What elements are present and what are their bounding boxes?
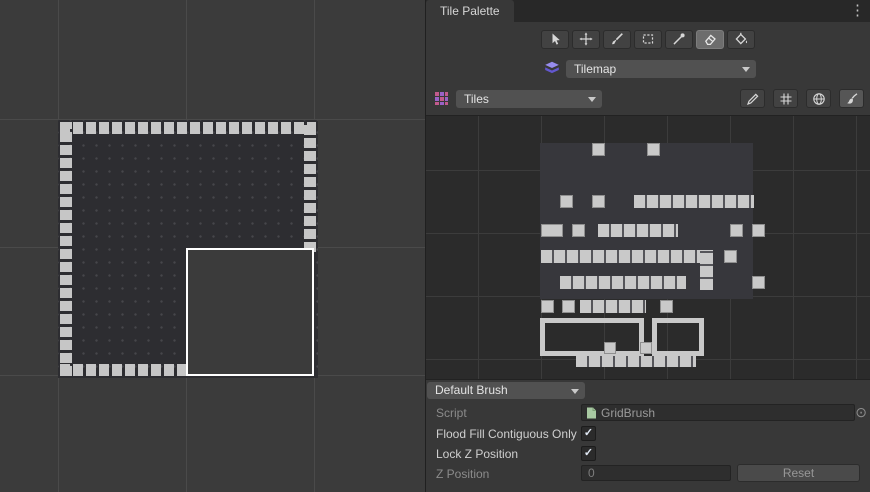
globe-gizmo-icon	[812, 92, 826, 106]
palette-tile[interactable]	[592, 195, 605, 208]
box-fill-tool-button[interactable]	[634, 30, 662, 49]
palette-tile[interactable]	[541, 300, 554, 313]
box-fill-icon	[641, 32, 655, 46]
select-tool-button[interactable]	[541, 30, 569, 49]
palette-tile[interactable]	[598, 224, 678, 237]
eyedropper-icon	[672, 32, 686, 46]
lock-z-checkbox[interactable]: ✓	[581, 446, 596, 461]
z-position-field[interactable]: 0	[581, 465, 731, 481]
active-tilemap-dropdown[interactable]: Tilemap	[566, 60, 756, 78]
palette-tile[interactable]	[730, 224, 743, 237]
palette-tile[interactable]	[562, 300, 575, 313]
palette-tile[interactable]	[752, 224, 765, 237]
eraser-selection-rect	[186, 248, 314, 376]
palette-tile[interactable]	[640, 342, 652, 354]
grid-icon	[779, 92, 793, 106]
grid-toggle-button[interactable]	[773, 89, 798, 108]
palette-tile[interactable]	[647, 143, 660, 156]
palette-tile[interactable]	[572, 224, 585, 237]
flood-fill-label: Flood Fill Contiguous Only	[436, 427, 577, 441]
picker-tool-button[interactable]	[665, 30, 693, 49]
brush-dropdown[interactable]: Default Brush	[427, 382, 585, 399]
kebab-menu-icon[interactable]: ⋮	[850, 2, 864, 20]
palette-tiles-layer	[426, 116, 870, 379]
tile-tools-toolbar	[426, 28, 870, 50]
palette-tile[interactable]	[634, 195, 754, 208]
palette-tile[interactable]	[560, 195, 573, 208]
reset-button[interactable]: Reset	[737, 464, 860, 482]
tilemap-wall-left	[60, 122, 72, 376]
palette-canvas[interactable]	[426, 115, 870, 380]
palette-tile[interactable]	[752, 276, 765, 289]
tilemap-wall-bottom	[60, 364, 190, 376]
script-object-field[interactable]: GridBrush	[581, 404, 855, 421]
lock-z-label: Lock Z Position	[436, 447, 518, 461]
brush-settings-button[interactable]	[839, 89, 864, 108]
paint-brush-tool-button[interactable]	[603, 30, 631, 49]
tab-strip: Tile Palette ⋮	[426, 0, 870, 22]
pencil-icon	[746, 92, 760, 106]
gizmos-toggle-button[interactable]	[806, 89, 831, 108]
fill-bucket-tool-button[interactable]	[727, 30, 755, 49]
palette-tile[interactable]	[660, 300, 673, 313]
tile-palette-grid-icon	[434, 91, 449, 111]
move-arrows-icon	[579, 32, 593, 46]
palette-tile[interactable]	[560, 276, 686, 289]
palette-tile[interactable]	[652, 318, 704, 356]
brush-settings-icon	[845, 92, 859, 106]
paint-brush-icon	[610, 32, 624, 46]
palette-tile[interactable]	[592, 143, 605, 156]
select-cursor-icon	[548, 32, 562, 46]
z-position-label: Z Position	[436, 467, 489, 481]
move-tool-button[interactable]	[572, 30, 600, 49]
palette-tile[interactable]	[700, 250, 713, 290]
script-label: Script	[436, 406, 467, 420]
palette-tile[interactable]	[576, 356, 696, 367]
tab-tile-palette[interactable]: Tile Palette	[426, 0, 514, 22]
tile-palette-panel: Tile Palette ⋮	[425, 0, 870, 492]
palette-tile[interactable]	[580, 300, 646, 313]
palette-tile[interactable]	[541, 250, 703, 263]
palette-tile[interactable]	[724, 250, 737, 263]
tilemap-layers-icon	[544, 61, 560, 80]
palette-select-dropdown[interactable]: Tiles	[456, 90, 602, 108]
object-picker-icon[interactable]: ⊙	[855, 403, 867, 421]
tilemap-wall-right	[304, 122, 316, 252]
script-file-icon	[586, 407, 597, 419]
eraser-icon	[703, 32, 717, 46]
flood-fill-checkbox[interactable]: ✓	[581, 426, 596, 441]
palette-tile[interactable]	[604, 342, 616, 354]
script-object-value: GridBrush	[601, 406, 655, 420]
palette-option-buttons	[740, 89, 864, 108]
edit-palette-button[interactable]	[740, 89, 765, 108]
unity-editor-window: Tile Palette ⋮	[0, 0, 870, 492]
tilemap-wall-top	[60, 122, 316, 134]
palette-tile[interactable]	[540, 318, 644, 356]
scene-view[interactable]	[0, 0, 425, 492]
paint-bucket-icon	[734, 32, 748, 46]
palette-tile[interactable]	[541, 224, 563, 237]
eraser-tool-button[interactable]	[696, 30, 724, 49]
